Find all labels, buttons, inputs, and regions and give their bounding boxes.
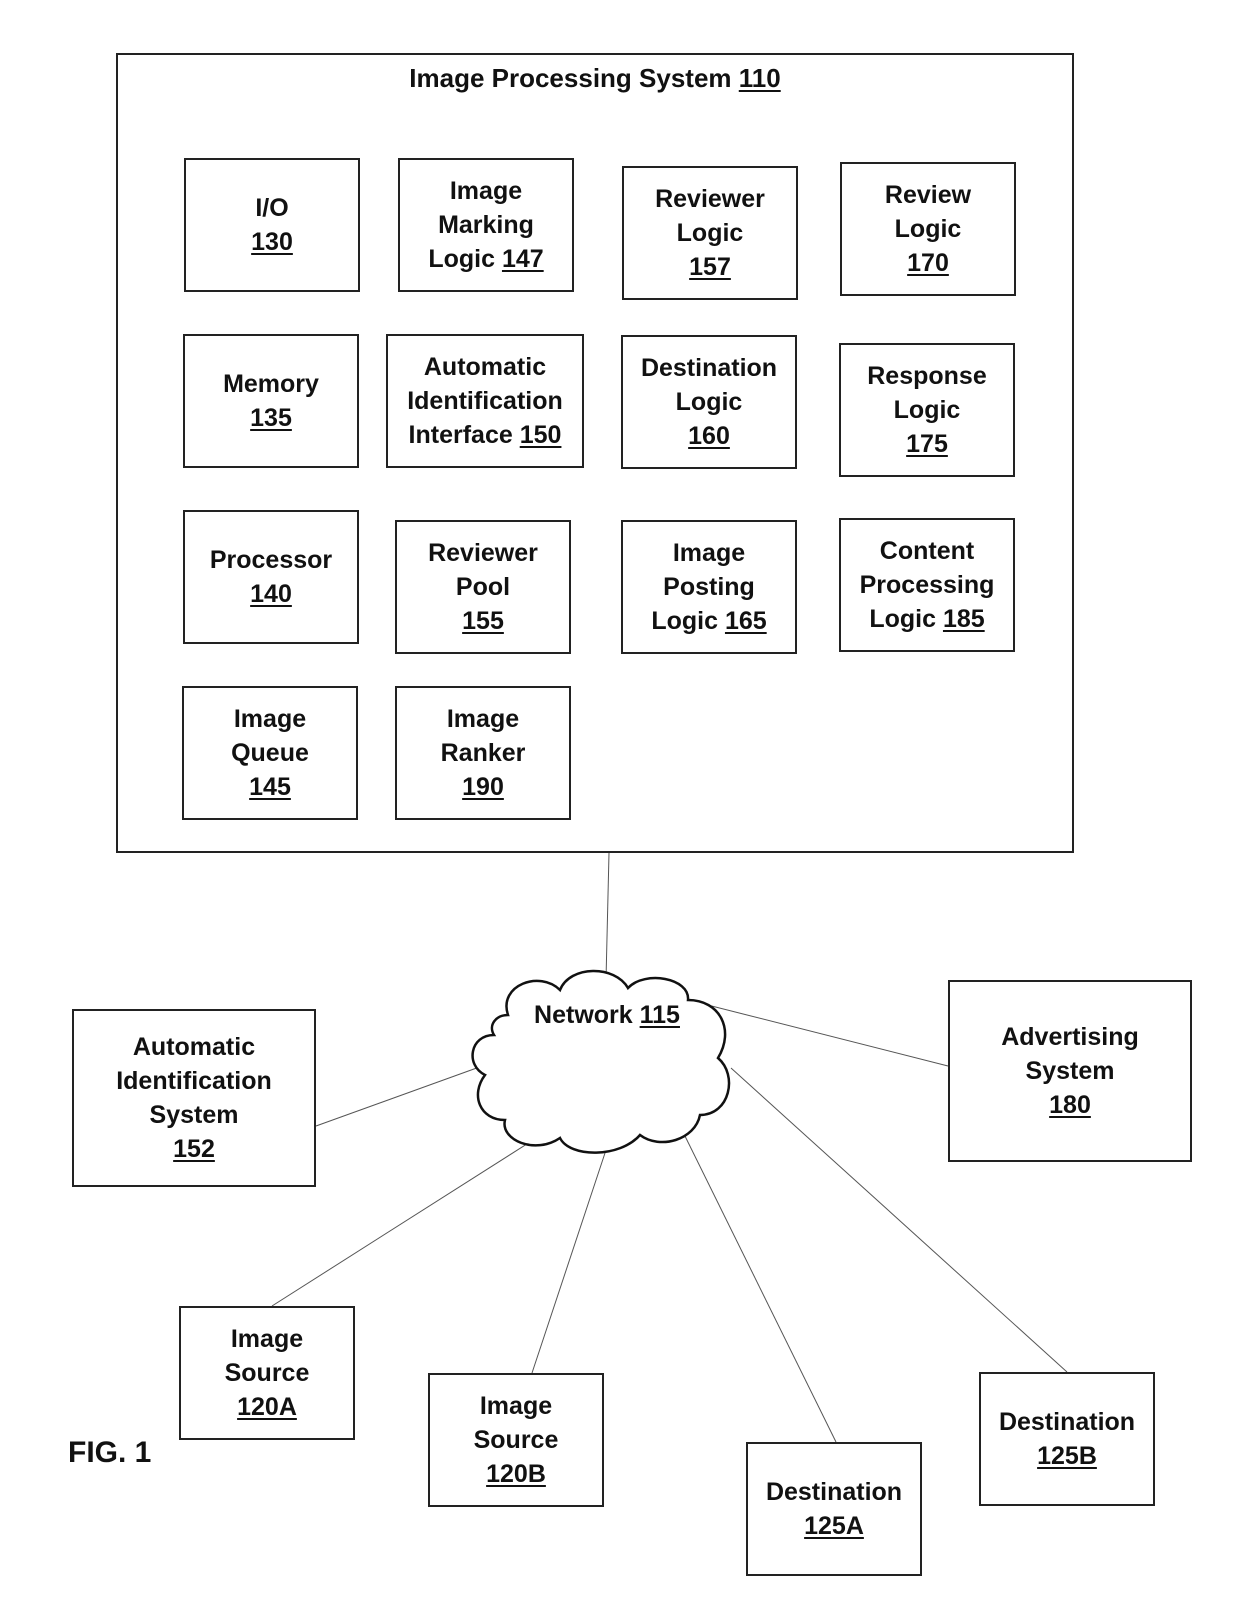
box-label-line: Image: [446, 705, 520, 733]
box-label-line: Logic: [894, 215, 962, 243]
box-label-line: Image: [449, 177, 523, 205]
reference-number: 120A: [237, 1393, 297, 1421]
reference-number: 125A: [804, 1512, 864, 1540]
box-label-line: Identification: [407, 387, 563, 415]
reference-number: 130: [251, 228, 293, 256]
component-reviewer-logic-157: Reviewer Logic 157: [622, 166, 798, 300]
reference-number: 152: [173, 1135, 215, 1163]
component-destination-logic-160: Destination Logic 160: [621, 335, 797, 469]
box-label-line: Identification: [116, 1067, 272, 1095]
box-label-line: Automatic: [132, 1033, 256, 1061]
component-processor-140: Processor 140: [183, 510, 359, 644]
box-label-line: Destination: [640, 354, 778, 382]
box-label-line: Destination: [998, 1408, 1136, 1436]
box-label-line: Marking: [438, 211, 534, 239]
system-title: Image Processing System 110: [409, 63, 781, 93]
box-label-line: Queue: [231, 739, 309, 767]
component-image-queue-145: Image Queue 145: [182, 686, 358, 820]
box-label-line: Image: [479, 1392, 553, 1420]
component-response-logic-175: Response Logic 175: [839, 343, 1015, 477]
reference-number: 165: [724, 607, 767, 635]
reference-number: 135: [250, 404, 292, 432]
component-i-o-130: I/O 130: [184, 158, 360, 292]
reference-number: 140: [250, 580, 292, 608]
box-label-line: Interface 150: [408, 421, 562, 449]
link-network-advertising: [687, 999, 949, 1067]
destination-a-box: Destination 125A: [746, 1442, 922, 1576]
component-image-marking-logic-147: Image Marking Logic 147: [398, 158, 574, 292]
box-label-line: Image: [233, 705, 307, 733]
component-content-processing-logic-185: Content Processing Logic 185: [839, 518, 1015, 652]
reference-number: 157: [689, 253, 731, 281]
box-label-line: Image: [230, 1325, 304, 1353]
link-network-source-b: [531, 1149, 607, 1374]
box-label-line: Logic: [675, 388, 743, 416]
destination-b-box: Destination 125B: [979, 1372, 1155, 1506]
image-source-a-box: Image Source 120A: [179, 1306, 355, 1440]
box-label-line: System: [1025, 1057, 1115, 1085]
box-label-line: Reviewer: [428, 539, 538, 567]
box-label-line: Source: [473, 1426, 559, 1454]
box-label-line: Logic 147: [428, 245, 544, 273]
component-reviewer-pool-155: Reviewer Pool 155: [395, 520, 571, 654]
box-label-line: Processing: [859, 571, 995, 599]
reference-number: 190: [462, 773, 504, 801]
figure-label: FIG. 1: [68, 1436, 152, 1469]
reference-number: 185: [942, 605, 985, 633]
link-network-dest-a: [681, 1129, 837, 1443]
component-memory-135: Memory 135: [183, 334, 359, 468]
box-label-line: Logic: [676, 219, 744, 247]
network-ref: 115: [639, 1001, 680, 1029]
system-ref: 110: [738, 63, 781, 93]
box-label-line: Logic 165: [651, 607, 767, 635]
box-label-line: System: [149, 1101, 239, 1129]
image-source-b-box: Image Source 120B: [428, 1373, 604, 1507]
component-image-ranker-190: Image Ranker 190: [395, 686, 571, 820]
link-network-auto-id: [315, 1064, 486, 1127]
box-label-line: Content: [879, 537, 975, 565]
reference-number: 170: [907, 249, 949, 277]
reference-number: 155: [462, 607, 504, 635]
reference-number: 180: [1049, 1091, 1091, 1119]
component-automatic-identification-interface-150: Automatic Identification Interface 150: [386, 334, 584, 468]
reference-number: 160: [688, 422, 730, 450]
box-label-line: Reviewer: [655, 185, 765, 213]
reference-number: 175: [906, 430, 948, 458]
box-label-line: Review: [884, 181, 972, 209]
auto-id-system-box: Automatic Identification System 152: [72, 1009, 316, 1187]
box-label-line: Logic: [893, 396, 961, 424]
network-label: Network 115: [534, 1001, 680, 1029]
link-system-network: [605, 852, 610, 981]
box-label-line: Advertising: [1001, 1023, 1139, 1051]
box-label-line: Logic 185: [869, 605, 985, 633]
reference-number: 147: [501, 245, 544, 273]
component-review-logic-170: Review Logic 170: [840, 162, 1016, 296]
box-label-line: I/O: [255, 194, 289, 222]
box-label-line: Ranker: [440, 739, 526, 767]
reference-number: 150: [519, 421, 562, 449]
box-label-line: Response: [867, 362, 987, 390]
reference-number: 120B: [486, 1460, 546, 1488]
box-label-line: Source: [224, 1359, 310, 1387]
component-image-posting-logic-165: Image Posting Logic 165: [621, 520, 797, 654]
reference-number: 125B: [1037, 1442, 1097, 1470]
advertising-system-box: Advertising System 180: [948, 980, 1192, 1162]
box-label-line: Automatic: [423, 353, 547, 381]
box-label-line: Pool: [455, 573, 511, 601]
reference-number: 145: [249, 773, 291, 801]
box-label-line: Processor: [209, 546, 333, 574]
box-label-line: Posting: [663, 573, 755, 601]
box-label-line: Destination: [765, 1478, 903, 1506]
box-label-line: Image: [672, 539, 746, 567]
box-label-line: Memory: [223, 370, 319, 398]
